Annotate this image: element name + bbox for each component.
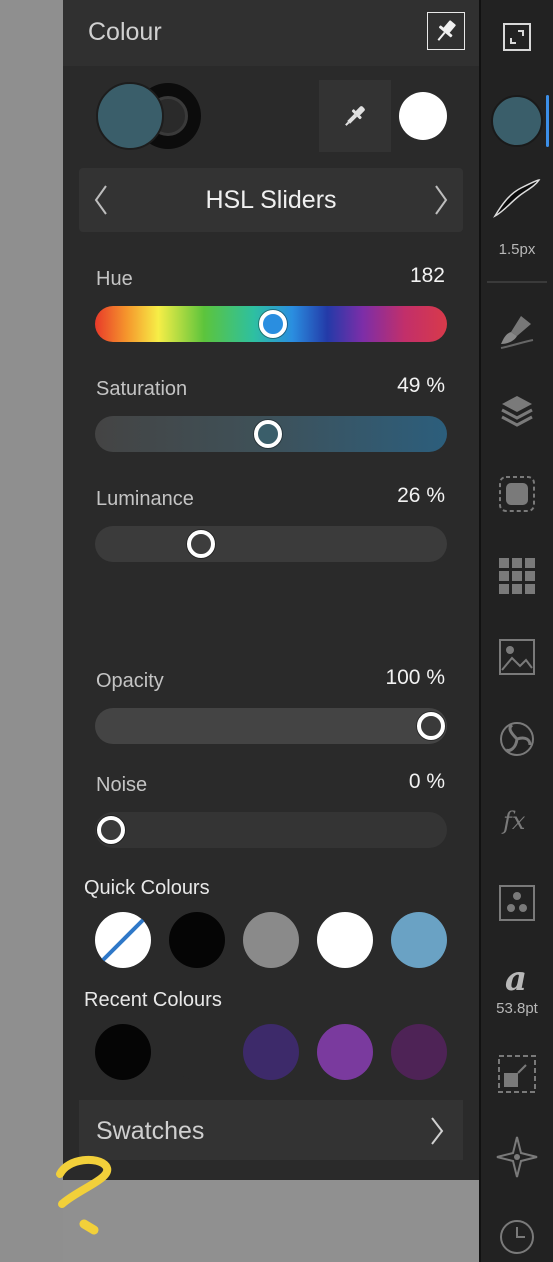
effects-studio-button[interactable] bbox=[481, 474, 553, 514]
picked-colour-swatch[interactable] bbox=[399, 92, 447, 140]
saturation-label: Saturation bbox=[96, 378, 188, 400]
panel-header: Colour bbox=[63, 0, 479, 66]
hue-slider[interactable] bbox=[95, 306, 447, 342]
fullscreen-icon bbox=[503, 23, 531, 51]
no-colour-icon bbox=[101, 918, 145, 962]
effects-icon bbox=[499, 476, 535, 512]
quick-colour-swatch[interactable] bbox=[317, 912, 373, 968]
colour-studio-button[interactable] bbox=[481, 94, 553, 148]
scribble-drawing bbox=[56, 1155, 112, 1235]
quick-colours-title: Quick Colours bbox=[84, 877, 210, 899]
hue-slider-thumb[interactable] bbox=[258, 310, 287, 338]
swatches-grid-icon bbox=[499, 558, 535, 594]
font-size-label: 53.8pt bbox=[496, 1000, 538, 1017]
brush-icon bbox=[500, 316, 534, 349]
recent-colours-title: Recent Colours bbox=[84, 989, 222, 1011]
luminance-slider-thumb[interactable] bbox=[186, 530, 215, 558]
navigator-icon bbox=[496, 1136, 538, 1178]
recent-colour-swatch[interactable] bbox=[317, 1024, 373, 1080]
colour-picker-button[interactable] bbox=[319, 80, 391, 152]
recent-colour-swatch[interactable] bbox=[243, 1024, 299, 1080]
transform-icon bbox=[498, 1055, 536, 1093]
swatches-label: Swatches bbox=[96, 1117, 205, 1145]
svg-text:fx: fx bbox=[501, 807, 526, 835]
chevron-right-icon bbox=[431, 1117, 444, 1145]
noise-slider[interactable] bbox=[95, 812, 447, 848]
channels-studio-button[interactable] bbox=[481, 884, 553, 922]
recent-colour-swatch[interactable] bbox=[169, 1024, 225, 1080]
pin-button[interactable] bbox=[427, 12, 465, 50]
recent-colour-swatch[interactable] bbox=[95, 1024, 151, 1080]
fullscreen-button[interactable] bbox=[481, 22, 553, 52]
panel-title: Colour bbox=[88, 18, 162, 46]
navigator-studio-button[interactable] bbox=[481, 1135, 553, 1179]
canvas-area[interactable] bbox=[0, 0, 63, 1262]
opacity-label: Opacity bbox=[96, 670, 164, 692]
opacity-slider[interactable] bbox=[95, 708, 447, 744]
quick-colour-swatch[interactable] bbox=[391, 912, 447, 968]
luminance-value: 26 % bbox=[397, 484, 445, 507]
image-studio-button[interactable] bbox=[481, 638, 553, 676]
text-style-studio-button[interactable]: a bbox=[481, 958, 553, 998]
fill-colour-well[interactable] bbox=[96, 82, 164, 150]
luminance-label: Luminance bbox=[96, 488, 194, 510]
canvas-area-bottom[interactable] bbox=[63, 1180, 479, 1262]
layers-studio-button[interactable] bbox=[481, 392, 553, 430]
brushes-studio-button[interactable] bbox=[481, 310, 553, 350]
fx-icon: fx bbox=[501, 807, 526, 835]
luminance-slider[interactable] bbox=[95, 526, 447, 562]
chevron-right-icon bbox=[435, 185, 448, 215]
swatches-button[interactable]: Swatches bbox=[79, 1100, 463, 1160]
next-mode-button[interactable] bbox=[433, 184, 449, 221]
adjustments-icon bbox=[500, 722, 534, 756]
history-icon bbox=[500, 1220, 534, 1254]
opacity-slider-thumb[interactable] bbox=[417, 712, 445, 740]
stroke-width-label: 1.5px bbox=[498, 241, 536, 258]
studio-toolbar: 1.5px fx a 53.8pt bbox=[479, 0, 553, 1262]
opacity-value: 100 % bbox=[385, 666, 445, 689]
toolbar-divider bbox=[487, 281, 547, 283]
colour-mode-selector: HSL Sliders bbox=[79, 168, 463, 232]
saturation-slider[interactable] bbox=[95, 416, 447, 452]
saturation-value: 49 % bbox=[397, 374, 445, 397]
hue-label: Hue bbox=[96, 268, 133, 290]
colour-mode-label: HSL Sliders bbox=[205, 186, 337, 214]
fx-studio-button[interactable]: fx bbox=[481, 804, 553, 838]
saturation-slider-thumb[interactable] bbox=[253, 420, 282, 448]
quick-colour-swatch[interactable] bbox=[169, 912, 225, 968]
text-style-icon: a bbox=[505, 959, 527, 998]
recent-colour-swatch[interactable] bbox=[391, 1024, 447, 1080]
transform-studio-button[interactable] bbox=[481, 1053, 553, 1095]
quick-colour-swatch[interactable] bbox=[243, 912, 299, 968]
noise-value: 0 % bbox=[408, 770, 445, 793]
channels-icon bbox=[499, 885, 535, 921]
colour-panel: Colour HSL Sliders Hue 182 Saturation 49… bbox=[63, 0, 479, 1180]
hue-value: 182 bbox=[409, 264, 445, 287]
quick-colour-none[interactable] bbox=[95, 912, 151, 968]
eyedropper-icon bbox=[345, 106, 365, 126]
noise-slider-thumb[interactable] bbox=[97, 816, 125, 844]
stroke-studio-button[interactable] bbox=[481, 176, 553, 220]
stroke-icon bbox=[493, 179, 541, 218]
swatches-studio-button[interactable] bbox=[481, 557, 553, 595]
pin-icon bbox=[437, 20, 456, 41]
history-studio-button[interactable] bbox=[481, 1218, 553, 1256]
adjustments-studio-button[interactable] bbox=[481, 720, 553, 758]
layers-icon bbox=[501, 396, 533, 427]
svg-text:a: a bbox=[505, 959, 527, 998]
colour-icon bbox=[491, 95, 543, 147]
noise-label: Noise bbox=[96, 774, 148, 796]
image-icon bbox=[499, 639, 535, 675]
